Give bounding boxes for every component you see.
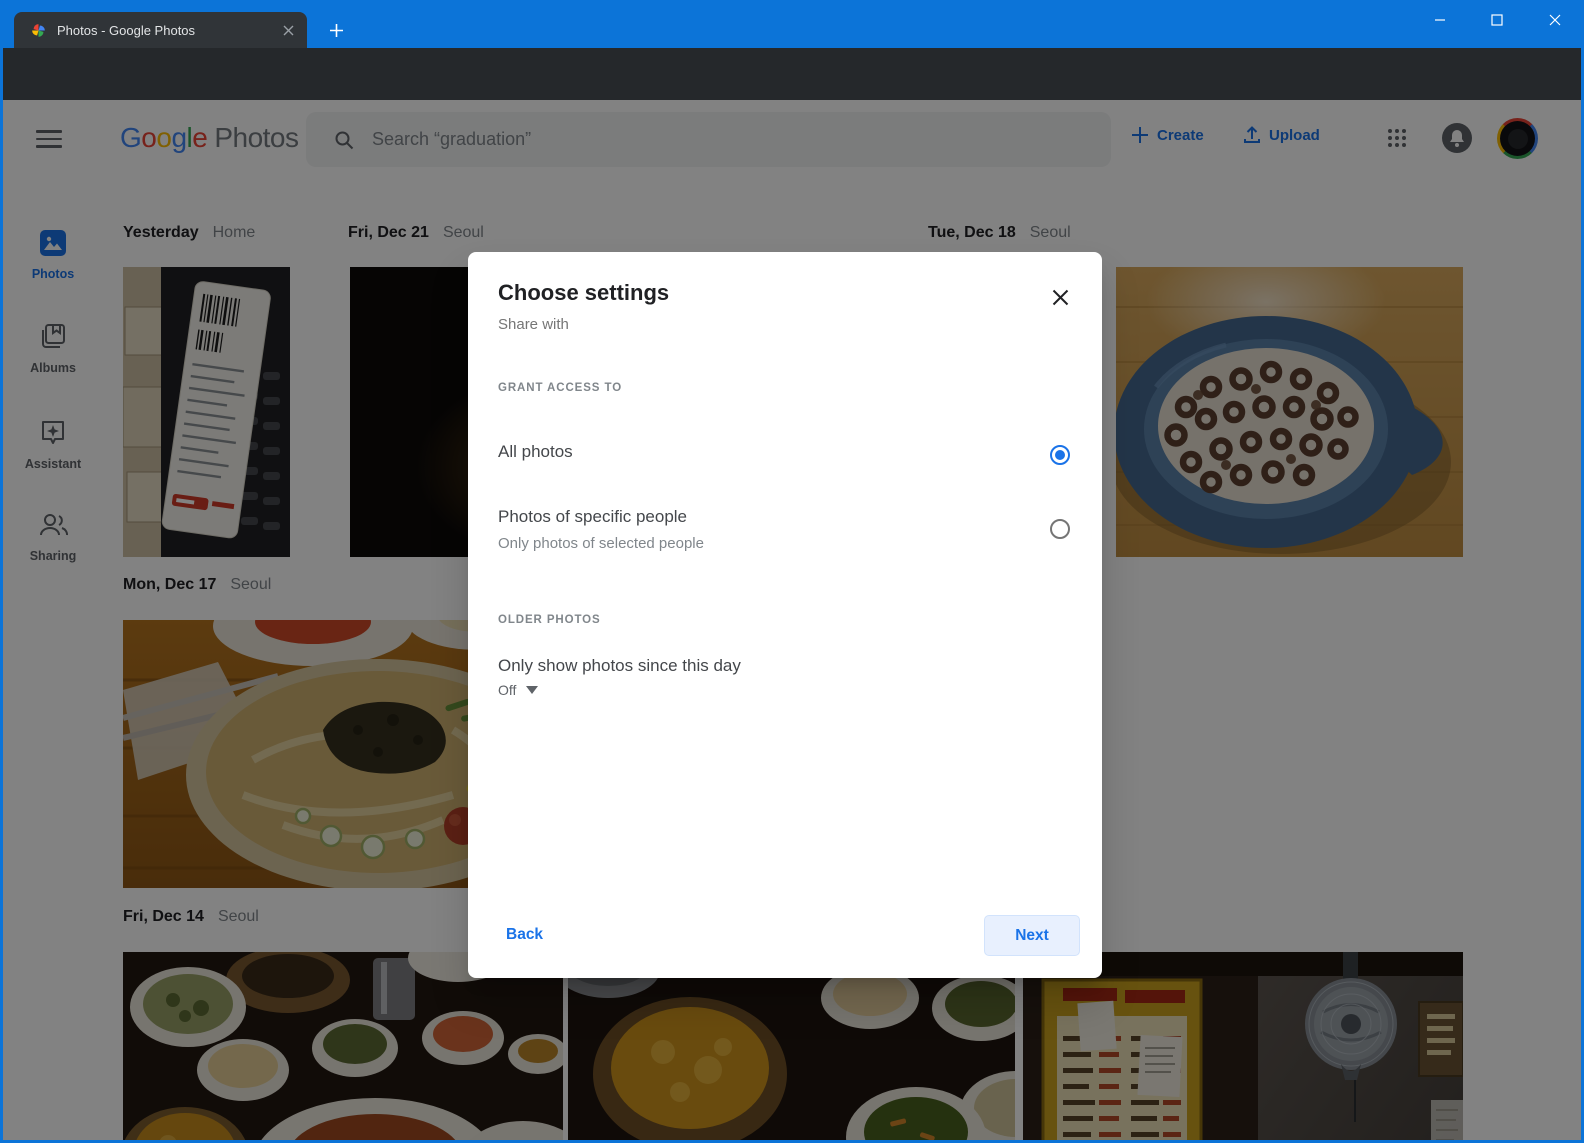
radio-all-photos[interactable] (1050, 445, 1070, 465)
next-button[interactable]: Next (984, 915, 1080, 956)
browser-window: Photos - Google Photos (0, 0, 1584, 1143)
tab-close-icon[interactable] (279, 21, 297, 39)
titlebar: Photos - Google Photos (0, 0, 1584, 48)
chevron-down-icon (526, 686, 538, 694)
browser-tab[interactable]: Photos - Google Photos (14, 12, 307, 48)
option-specific-people-label: Photos of specific people (498, 507, 687, 527)
dialog-title: Choose settings (498, 280, 669, 306)
dialog-close-icon[interactable] (1046, 283, 1074, 311)
browser-toolbar: https://photos.google.com (0, 48, 1584, 100)
radio-specific-people[interactable] (1050, 519, 1070, 539)
new-tab-button[interactable] (322, 16, 350, 44)
grant-access-section-label: GRANT ACCESS TO (498, 382, 622, 394)
maximize-button[interactable] (1474, 0, 1520, 40)
google-photos-favicon (30, 22, 47, 39)
back-button-dialog[interactable]: Back (506, 926, 543, 944)
option-specific-people-description: Only photos of selected people (498, 535, 704, 552)
older-photos-section-label: OLDER PHOTOS (498, 614, 601, 626)
tab-title: Photos - Google Photos (57, 23, 267, 38)
older-photos-value: Off (498, 682, 516, 698)
window-border-left (0, 48, 3, 1143)
dialog-subtitle: Share with (498, 316, 569, 333)
page-viewport: GooglePhotos Create Upload (3, 100, 1581, 1140)
option-all-photos-label: All photos (498, 442, 573, 462)
older-photos-option-label: Only show photos since this day (498, 656, 741, 676)
minimize-button[interactable] (1417, 0, 1463, 40)
choose-settings-dialog: Choose settings Share with GRANT ACCESS … (468, 252, 1102, 978)
older-photos-dropdown[interactable]: Off (498, 682, 538, 698)
close-window-button[interactable] (1532, 0, 1578, 40)
